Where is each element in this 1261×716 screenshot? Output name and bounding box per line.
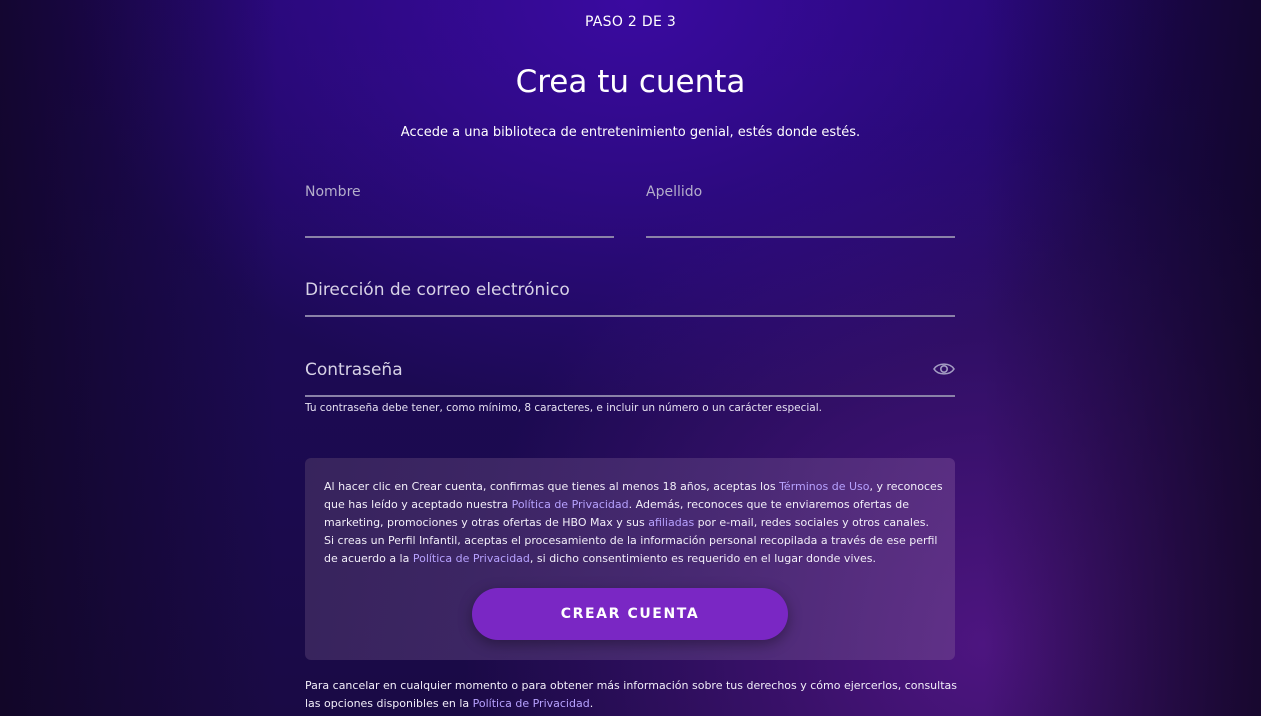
consent-line: Si creas un Perfil Infantil, aceptas el … (324, 534, 938, 547)
consent-text-segment: . Además, reconoces que te enviaremos of… (628, 498, 909, 511)
consent-text-segment: marketing, promociones y otras ofertas d… (324, 516, 649, 529)
first-name-placeholder: Nombre (305, 184, 361, 200)
affiliates-link[interactable]: afiliadas (648, 516, 694, 529)
consent-panel: Al hacer clic en Crear cuenta, confirmas… (305, 458, 955, 660)
consent-line: Al hacer clic en Crear cuenta, confirmas… (324, 478, 943, 496)
privacy-policy-link[interactable]: Política de Privacidad (512, 498, 629, 511)
email-field[interactable]: Dirección de correo electrónico (305, 276, 955, 317)
consent-line: de acuerdo a la Política de Privacidad, … (324, 550, 939, 568)
create-account-button[interactable]: CREAR CUENTA (472, 588, 788, 640)
email-placeholder: Dirección de correo electrónico (305, 280, 570, 300)
consent-text-segment: , si dicho consentimiento es requerido e… (529, 552, 877, 565)
password-field[interactable]: Contraseña (305, 356, 955, 397)
password-placeholder: Contraseña (305, 360, 403, 380)
consent-line: marketing, promociones y otras ofertas d… (324, 514, 939, 532)
page-subtitle: Accede a una biblioteca de entretenimien… (400, 125, 861, 140)
consent-text-segment: Al hacer clic en Crear cuenta, confirmas… (324, 480, 780, 493)
last-name-field[interactable]: Apellido (646, 180, 955, 238)
password-hint: Tu contraseña debe tener, como mínimo, 8… (305, 402, 822, 414)
footer-text-segment: . (589, 697, 594, 710)
consent-line: que has leído y aceptado nuestra Polític… (324, 496, 939, 514)
terms-of-use-link[interactable]: Términos de Uso (779, 480, 869, 493)
footer-text-segment: las opciones disponibles en la (305, 697, 473, 710)
eye-icon[interactable] (933, 361, 955, 377)
footer-text: Para cancelar en cualquier momento o par… (305, 677, 965, 713)
consent-text-segment: , y reconoces (869, 480, 943, 493)
privacy-policy-link[interactable]: Política de Privacidad (413, 552, 530, 565)
consent-text: Al hacer clic en Crear cuenta, confirmas… (324, 478, 943, 568)
footer-line: las opciones disponibles en la Política … (305, 695, 965, 713)
step-indicator: PASO 2 DE 3 (584, 14, 677, 30)
consent-text-segment: de acuerdo a la (324, 552, 413, 565)
footer-line: Para cancelar en cualquier momento o par… (305, 679, 957, 692)
page-title: Crea tu cuenta (515, 64, 746, 100)
last-name-placeholder: Apellido (646, 184, 703, 200)
footer-privacy-policy-link[interactable]: Política de Privacidad (473, 697, 590, 710)
first-name-field[interactable]: Nombre (305, 180, 614, 238)
consent-text-segment: por e-mail, redes sociales y otros canal… (694, 516, 929, 529)
consent-text-segment: que has leído y aceptado nuestra (324, 498, 512, 511)
